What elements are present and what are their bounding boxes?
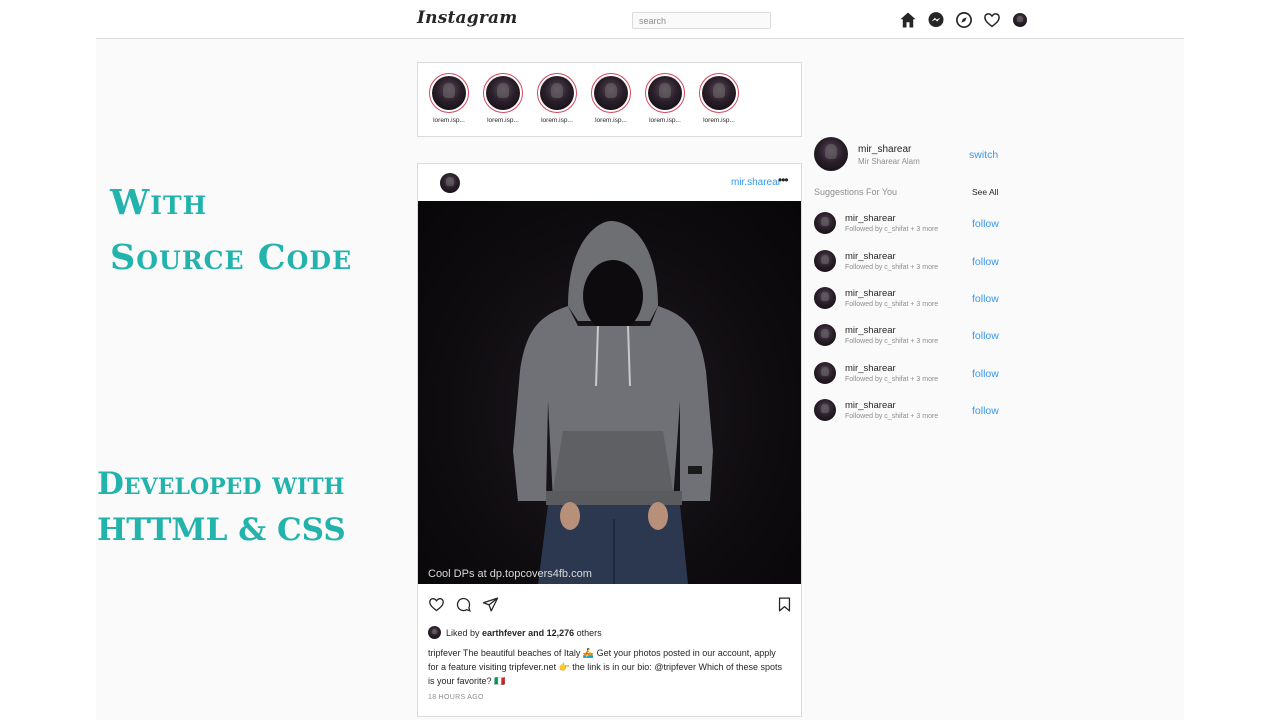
- home-icon[interactable]: [899, 11, 917, 29]
- post-actions: [428, 596, 793, 614]
- liked-suffix: others: [574, 628, 602, 638]
- story-ring: [645, 73, 685, 113]
- suggestion-followed-by: Followed by c_shifat + 3 more: [845, 338, 939, 345]
- liked-by-text: Liked by earthfever and 12,276 others: [446, 628, 602, 638]
- liked-prefix: Liked by: [446, 628, 483, 638]
- explore-icon[interactable]: [955, 11, 973, 29]
- follow-button[interactable]: follow: [972, 293, 999, 305]
- follow-button[interactable]: follow: [972, 218, 999, 230]
- story-ring: [699, 73, 739, 113]
- suggestion-username[interactable]: mir_sharear: [845, 213, 896, 224]
- current-user-handle[interactable]: mir_sharear: [858, 144, 911, 155]
- stories-tray: lorem.isp... lorem.isp... lorem.isp... l…: [417, 62, 802, 137]
- messenger-icon[interactable]: [927, 11, 945, 29]
- profile-avatar[interactable]: [1013, 13, 1027, 27]
- suggestion-item: mir_sharear Followed by c_shifat + 3 mor…: [814, 287, 1004, 311]
- suggestion-username[interactable]: mir_sharear: [845, 251, 896, 262]
- story-label: lorem.isp...: [649, 117, 681, 124]
- story-item[interactable]: lorem.isp...: [482, 73, 524, 124]
- story-ring: [483, 73, 523, 113]
- story-ring: [537, 73, 577, 113]
- overlay-text-html-css: HTTML & CSS: [97, 512, 346, 548]
- post-author-username[interactable]: mir.sharear: [731, 177, 781, 188]
- story-item[interactable]: lorem.isp...: [644, 73, 686, 124]
- story-avatar: [432, 76, 466, 110]
- story-avatar: [648, 76, 682, 110]
- suggestion-username[interactable]: mir_sharear: [845, 363, 896, 374]
- post-timestamp: 18 HOURS AGO: [428, 694, 484, 701]
- image-watermark: Cool DPs at dp.topcovers4fb.com: [428, 568, 592, 580]
- heart-icon[interactable]: [983, 11, 1001, 29]
- suggestion-item: mir_sharear Followed by c_shifat + 3 mor…: [814, 250, 1004, 274]
- overlay-text-with: With: [110, 182, 208, 223]
- post-image[interactable]: Cool DPs at dp.topcovers4fb.com: [418, 201, 801, 584]
- story-ring: [429, 73, 469, 113]
- suggestion-item: mir_sharear Followed by c_shifat + 3 mor…: [814, 212, 1004, 236]
- suggestion-avatar[interactable]: [814, 399, 836, 421]
- story-avatar: [594, 76, 628, 110]
- top-navbar: Instagram: [96, 0, 1184, 39]
- feed-post: mir.sharear ••• Cool DPs at dp.topcovers…: [417, 163, 802, 717]
- instagram-page: Instagram lorem.isp... lorem.isp... lore…: [96, 0, 1184, 720]
- comment-icon[interactable]: [455, 596, 472, 613]
- suggestion-avatar[interactable]: [814, 212, 836, 234]
- caption-username[interactable]: tripfever: [428, 648, 461, 658]
- follow-button[interactable]: follow: [972, 330, 999, 342]
- suggestion-avatar[interactable]: [814, 362, 836, 384]
- share-icon[interactable]: [482, 596, 499, 613]
- overlay-text-developed-with: Developed with: [97, 466, 345, 502]
- story-label: lorem.isp...: [703, 117, 735, 124]
- follow-button[interactable]: follow: [972, 256, 999, 268]
- post-author-avatar[interactable]: [440, 173, 460, 193]
- suggestion-username[interactable]: mir_sharear: [845, 325, 896, 336]
- story-ring: [591, 73, 631, 113]
- suggestion-avatar[interactable]: [814, 324, 836, 346]
- story-label: lorem.isp...: [595, 117, 627, 124]
- suggestion-item: mir_sharear Followed by c_shifat + 3 mor…: [814, 399, 1004, 423]
- like-heart-icon[interactable]: [428, 596, 445, 613]
- suggestion-avatar[interactable]: [814, 287, 836, 309]
- suggestion-followed-by: Followed by c_shifat + 3 more: [845, 226, 939, 233]
- story-label: lorem.isp...: [487, 117, 519, 124]
- suggestion-username[interactable]: mir_sharear: [845, 288, 896, 299]
- bookmark-icon[interactable]: [776, 596, 793, 613]
- liked-count[interactable]: 12,276: [547, 628, 575, 638]
- liked-by-avatar[interactable]: [428, 626, 441, 639]
- suggestions-title: Suggestions For You: [814, 187, 898, 197]
- suggestion-followed-by: Followed by c_shifat + 3 more: [845, 376, 939, 383]
- overlay-text-source-code: Source Code: [110, 237, 353, 278]
- story-item[interactable]: lorem.isp...: [590, 73, 632, 124]
- story-avatar: [540, 76, 574, 110]
- follow-button[interactable]: follow: [972, 405, 999, 417]
- see-all-link[interactable]: See All: [972, 187, 998, 197]
- suggestion-username[interactable]: mir_sharear: [845, 400, 896, 411]
- story-item[interactable]: lorem.isp...: [698, 73, 740, 124]
- liked-and: and: [525, 628, 547, 638]
- instagram-logo[interactable]: Instagram: [417, 8, 517, 28]
- current-user-avatar[interactable]: [814, 137, 848, 171]
- caption-text: The beautiful beaches of Italy 🚣 Get you…: [428, 648, 783, 686]
- current-user-name: Mir Sharear Alam: [858, 157, 920, 166]
- post-caption: tripfever The beautiful beaches of Italy…: [428, 646, 788, 688]
- search-input[interactable]: [632, 12, 771, 29]
- more-options-icon[interactable]: •••: [778, 173, 789, 187]
- suggestion-followed-by: Followed by c_shifat + 3 more: [845, 264, 939, 271]
- hooded-figure-illustration: [513, 221, 713, 584]
- suggestion-avatar[interactable]: [814, 250, 836, 272]
- story-label: lorem.isp...: [541, 117, 573, 124]
- story-label: lorem.isp...: [433, 117, 465, 124]
- liked-user[interactable]: earthfever: [482, 628, 526, 638]
- story-avatar: [486, 76, 520, 110]
- story-item[interactable]: lorem.isp...: [536, 73, 578, 124]
- suggestion-item: mir_sharear Followed by c_shifat + 3 mor…: [814, 324, 1004, 348]
- suggestion-item: mir_sharear Followed by c_shifat + 3 mor…: [814, 362, 1004, 386]
- suggestion-followed-by: Followed by c_shifat + 3 more: [845, 301, 939, 308]
- story-item[interactable]: lorem.isp...: [428, 73, 470, 124]
- suggestion-followed-by: Followed by c_shifat + 3 more: [845, 413, 939, 420]
- follow-button[interactable]: follow: [972, 368, 999, 380]
- switch-account-button[interactable]: switch: [969, 149, 998, 161]
- story-avatar: [702, 76, 736, 110]
